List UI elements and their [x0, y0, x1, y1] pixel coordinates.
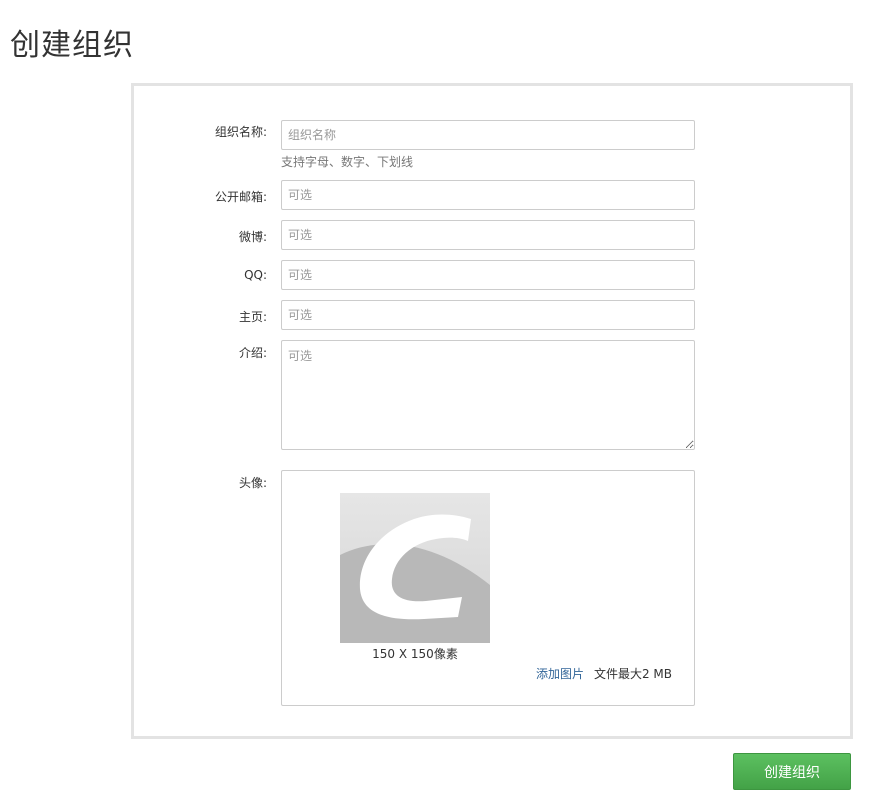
avatar-upload-box: 150 X 150像素 添加图片 文件最大2 MB: [281, 470, 695, 706]
qq-input[interactable]: [281, 260, 695, 290]
homepage-row: 主页:: [134, 300, 850, 330]
create-org-form-panel: 组织名称: 支持字母、数字、下划线 公开邮箱: 微博: QQ: 主页: 介绍:: [131, 83, 853, 739]
intro-label: 介绍:: [238, 346, 267, 360]
public-email-label: 公开邮箱:: [214, 190, 267, 204]
homepage-input[interactable]: [281, 300, 695, 330]
homepage-label: 主页:: [238, 310, 267, 324]
avatar-row: 头像: 150 X 150像素 添加图片 文件最大2 MB: [134, 470, 850, 706]
public-email-input[interactable]: [281, 180, 695, 210]
org-name-row: 组织名称: 支持字母、数字、下划线: [134, 120, 850, 170]
weibo-label: 微博:: [238, 230, 267, 244]
page-title: 创建组织: [10, 28, 134, 63]
weibo-row: 微博:: [134, 220, 850, 250]
org-name-help: 支持字母、数字、下划线: [281, 155, 414, 169]
qq-label: QQ:: [244, 268, 267, 282]
page: 创建组织 组织名称: 支持字母、数字、下划线 公开邮箱: 微博: QQ: 主页:: [0, 0, 871, 801]
intro-textarea[interactable]: [281, 340, 695, 450]
add-image-link[interactable]: 添加图片: [536, 667, 584, 681]
org-name-label: 组织名称:: [214, 125, 267, 139]
max-file-size-note: 文件最大2 MB: [593, 667, 672, 681]
avatar-actions: 添加图片 文件最大2 MB: [536, 665, 672, 682]
weibo-input[interactable]: [281, 220, 695, 250]
avatar-label: 头像:: [238, 476, 267, 490]
public-email-row: 公开邮箱:: [134, 180, 850, 210]
org-name-input[interactable]: [281, 120, 695, 150]
default-avatar-image: [340, 493, 490, 643]
intro-row: 介绍:: [134, 340, 850, 450]
create-org-button[interactable]: 创建组织: [733, 753, 851, 790]
qq-row: QQ:: [134, 260, 850, 290]
avatar-size-hint: 150 X 150像素: [372, 647, 458, 661]
